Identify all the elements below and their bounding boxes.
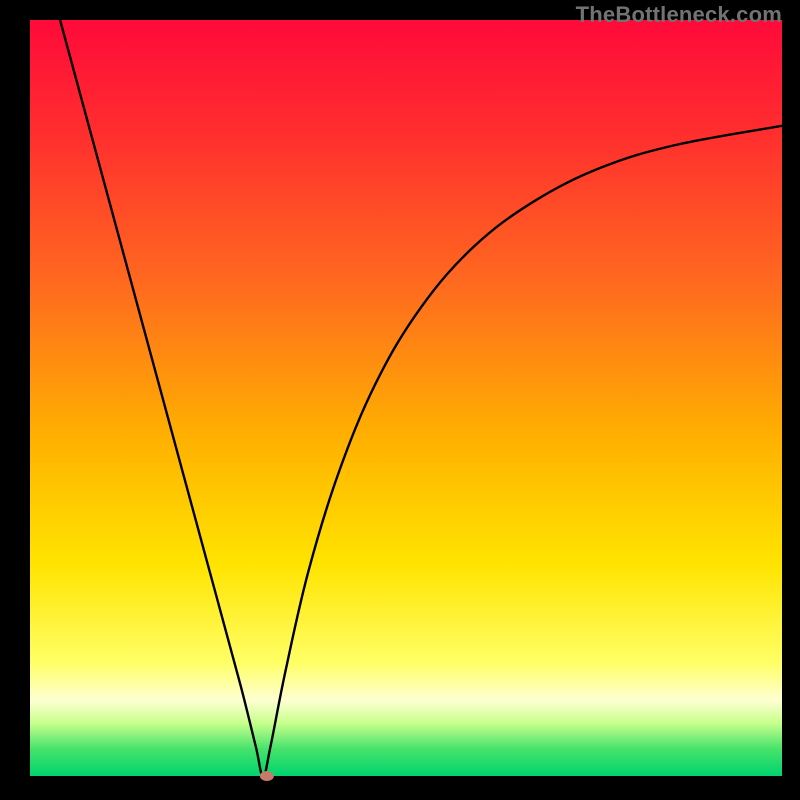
optimal-point-marker xyxy=(260,771,274,781)
chart-container: TheBottleneck.com xyxy=(0,0,800,800)
chart-plot-area xyxy=(30,20,782,776)
bottleneck-chart xyxy=(0,0,800,800)
watermark-text: TheBottleneck.com xyxy=(576,2,782,28)
